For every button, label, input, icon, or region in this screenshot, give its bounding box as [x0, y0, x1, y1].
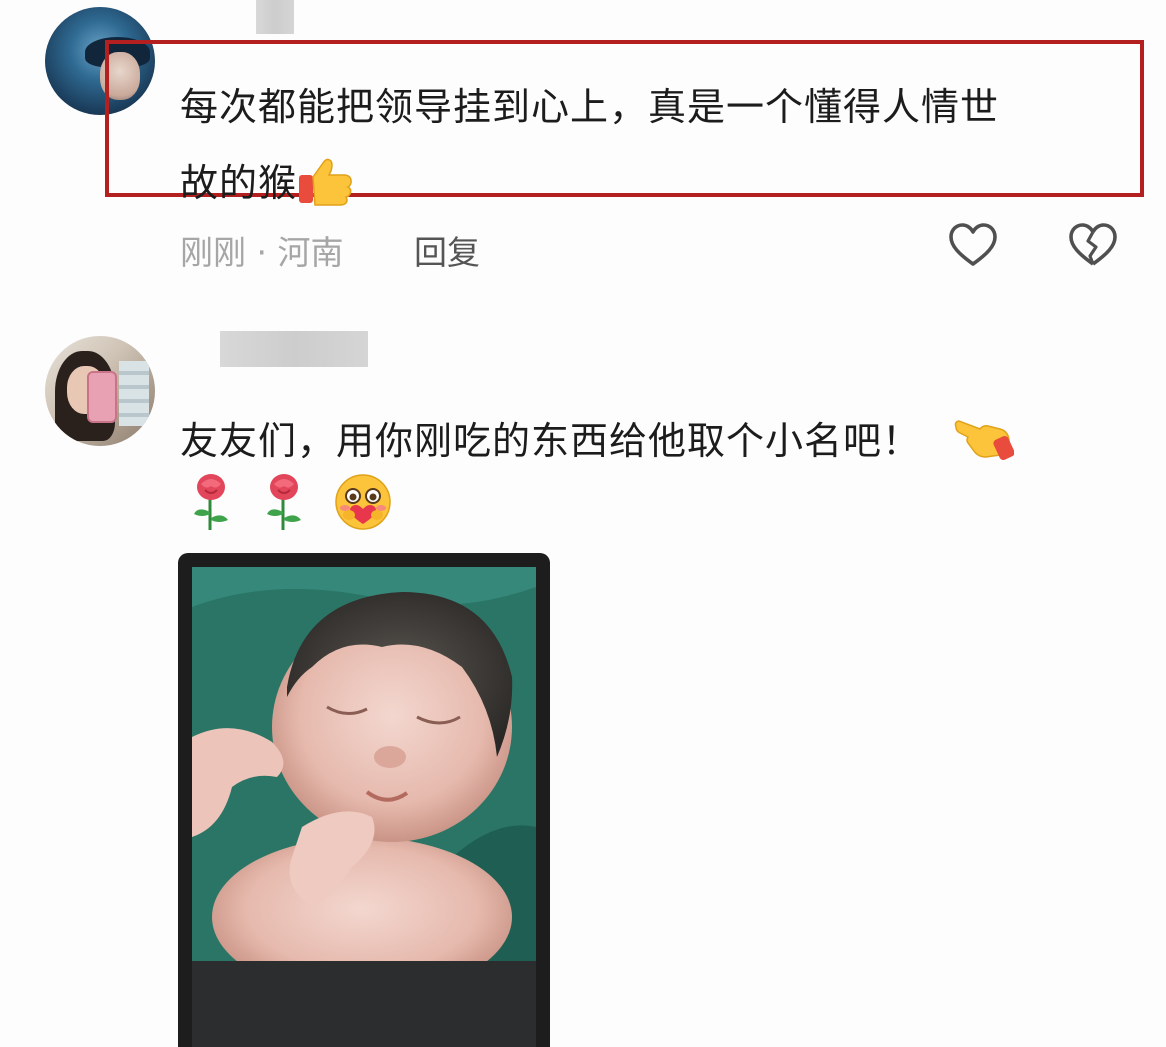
heart-hug-face-emoji [332, 472, 394, 536]
rose-emoji [259, 472, 309, 536]
reply-button[interactable]: 回复 [414, 226, 480, 274]
emoji-line [186, 472, 394, 536]
avatar-phone [87, 371, 117, 423]
avatar-background-shelf [119, 361, 149, 426]
image-bottom-bar [192, 961, 536, 1047]
attached-image[interactable] [178, 553, 550, 1047]
pointing-hand-emoji [952, 413, 1015, 474]
comment-text-line2-text: 故的猴 [180, 161, 298, 205]
heart-outline-icon[interactable] [947, 220, 999, 272]
broken-heart-outline-icon[interactable] [1067, 220, 1119, 272]
comment-text-line1: 每次都能把领导挂到心上，真是一个懂得人情世 [180, 85, 1000, 129]
thumbs-up-emoji [297, 155, 355, 216]
comment-text-line2: 故的猴 [180, 152, 355, 216]
comment-text: 友友们，用你刚吃的东西给他取个小名吧！ [180, 419, 922, 463]
newborn-baby-photo [192, 567, 536, 961]
rose-emoji [186, 472, 236, 536]
username-blurred[interactable] [220, 331, 368, 367]
username-blurred[interactable] [256, 0, 294, 34]
comment-text-line1: 友友们，用你刚吃的东西给他取个小名吧！ [180, 410, 1015, 474]
user-avatar[interactable] [45, 336, 155, 446]
comment-meta: 刚刚 · 河南 [180, 233, 344, 272]
